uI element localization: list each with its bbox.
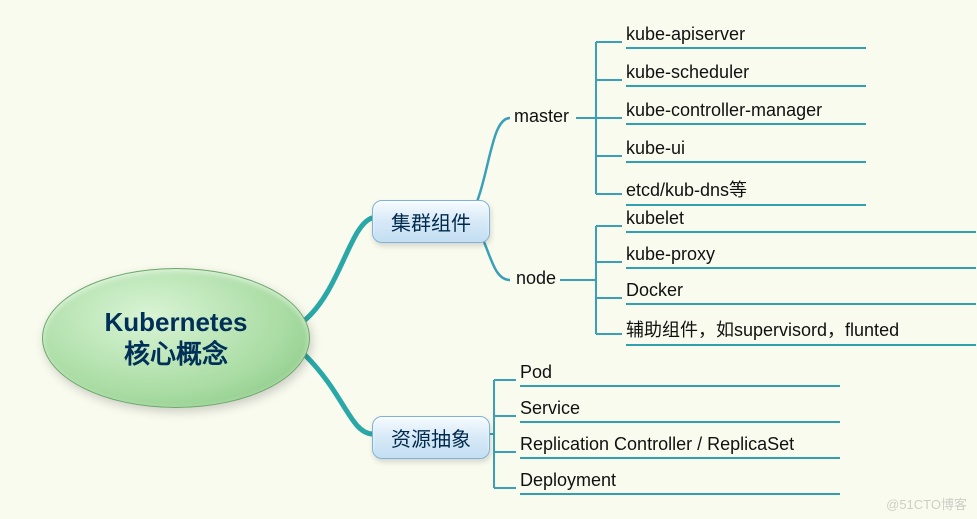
leaf-master-2: kube-controller-manager: [626, 100, 866, 125]
root-node: Kubernetes 核心概念: [42, 268, 310, 408]
leaf-master-3: kube-ui: [626, 138, 866, 163]
sublabel-master: master: [514, 106, 569, 127]
leaf-node-2: Docker: [626, 280, 976, 305]
leaf-resource-1: Service: [520, 398, 840, 423]
leaf-node-0: kubelet: [626, 208, 976, 233]
leaf-resource-2: Replication Controller / ReplicaSet: [520, 434, 840, 459]
leaf-node-1: kube-proxy: [626, 244, 976, 269]
leaf-node-3: 辅助组件，如supervisord，flunted: [626, 316, 976, 346]
leaf-master-1: kube-scheduler: [626, 62, 866, 87]
root-line1: Kubernetes: [104, 306, 247, 339]
watermark: @51CTO博客: [886, 494, 967, 513]
root-line2: 核心概念: [124, 338, 228, 371]
branch-cluster: 集群组件: [372, 200, 490, 243]
branch-resource: 资源抽象: [372, 416, 490, 459]
leaf-master-0: kube-apiserver: [626, 24, 866, 49]
sublabel-node: node: [516, 268, 556, 289]
leaf-resource-0: Pod: [520, 362, 840, 387]
leaf-master-4: etcd/kub-dns等: [626, 176, 866, 206]
leaf-resource-3: Deployment: [520, 470, 840, 495]
